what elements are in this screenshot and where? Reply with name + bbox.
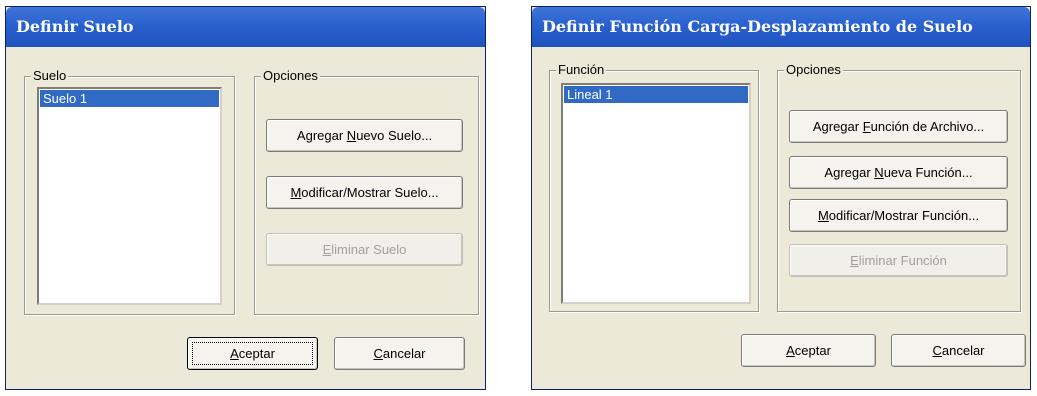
- list-item[interactable]: Lineal 1: [564, 86, 748, 103]
- list-item[interactable]: Suelo 1: [40, 90, 219, 107]
- soil-listbox[interactable]: Suelo 1: [37, 87, 222, 305]
- accept-button[interactable]: Aceptar: [187, 337, 318, 370]
- delete-soil-button[interactable]: Eliminar Suelo: [266, 233, 463, 266]
- title-bar[interactable]: Definir Función Carga-Desplazamiento de …: [532, 7, 1030, 47]
- delete-function-button[interactable]: Eliminar Función: [789, 244, 1008, 277]
- button-label-suffix: uevo Suelo...: [356, 128, 433, 143]
- modify-show-soil-button[interactable]: Modificar/Mostrar Suelo...: [266, 176, 463, 209]
- add-function-from-file-button[interactable]: Agregar Función de Archivo...: [789, 110, 1008, 143]
- button-label-suffix: odificar/Mostrar Función...: [828, 208, 980, 223]
- accelerator-key: N: [346, 128, 357, 143]
- button-label-prefix: Agregar: [296, 128, 347, 143]
- function-listbox[interactable]: Lineal 1: [561, 83, 751, 304]
- accelerator-key: M: [817, 208, 829, 223]
- accelerator-key: E: [850, 253, 859, 268]
- add-new-soil-button[interactable]: Agregar Nuevo Suelo...: [266, 119, 463, 152]
- button-label-suffix: ancelar: [941, 343, 985, 358]
- function-group-label: Función: [556, 62, 607, 77]
- accelerator-key: C: [373, 346, 383, 361]
- modify-show-function-button[interactable]: Modificar/Mostrar Función...: [789, 199, 1008, 232]
- options-group-label: Opciones: [784, 62, 843, 77]
- options-group-label: Opciones: [261, 68, 320, 83]
- button-label-suffix: liminar Suelo: [331, 242, 407, 257]
- accelerator-key: N: [874, 165, 884, 180]
- accept-button[interactable]: Aceptar: [741, 334, 876, 367]
- soil-group-label: Suelo: [31, 68, 69, 83]
- button-label-suffix: liminar Función: [858, 253, 947, 268]
- define-soil-dialog: Definir Suelo Suelo Suelo 1 Opciones Agr…: [5, 6, 486, 390]
- button-label-suffix: ancelar: [382, 346, 426, 361]
- define-load-displacement-function-dialog: Definir Función Carga-Desplazamiento de …: [531, 6, 1031, 390]
- accelerator-key: E: [322, 242, 332, 257]
- title-bar[interactable]: Definir Suelo: [6, 7, 485, 47]
- add-new-function-button[interactable]: Agregar Nueva Función...: [789, 156, 1008, 189]
- soil-group: Suelo Suelo 1: [24, 68, 235, 315]
- cancel-button[interactable]: Cancelar: [891, 334, 1026, 367]
- dialog-title: Definir Suelo: [16, 17, 134, 36]
- accelerator-key: C: [932, 343, 942, 358]
- focus-ring: [192, 342, 313, 365]
- dialog-title: Definir Función Carga-Desplazamiento de …: [542, 17, 973, 36]
- accelerator-key: F: [862, 119, 871, 134]
- button-label-prefix: Agregar: [812, 119, 863, 134]
- function-group: Función Lineal 1: [549, 62, 759, 312]
- accelerator-key: M: [290, 185, 302, 200]
- button-label-suffix: ceptar: [794, 343, 831, 358]
- button-label-suffix: odificar/Mostrar Suelo...: [301, 185, 439, 200]
- button-label-prefix: Agregar: [824, 165, 875, 180]
- accelerator-key: A: [786, 343, 795, 358]
- button-label-suffix: ueva Función...: [883, 165, 973, 180]
- button-label-suffix: unción de Archivo...: [870, 119, 985, 134]
- cancel-button[interactable]: Cancelar: [334, 337, 465, 370]
